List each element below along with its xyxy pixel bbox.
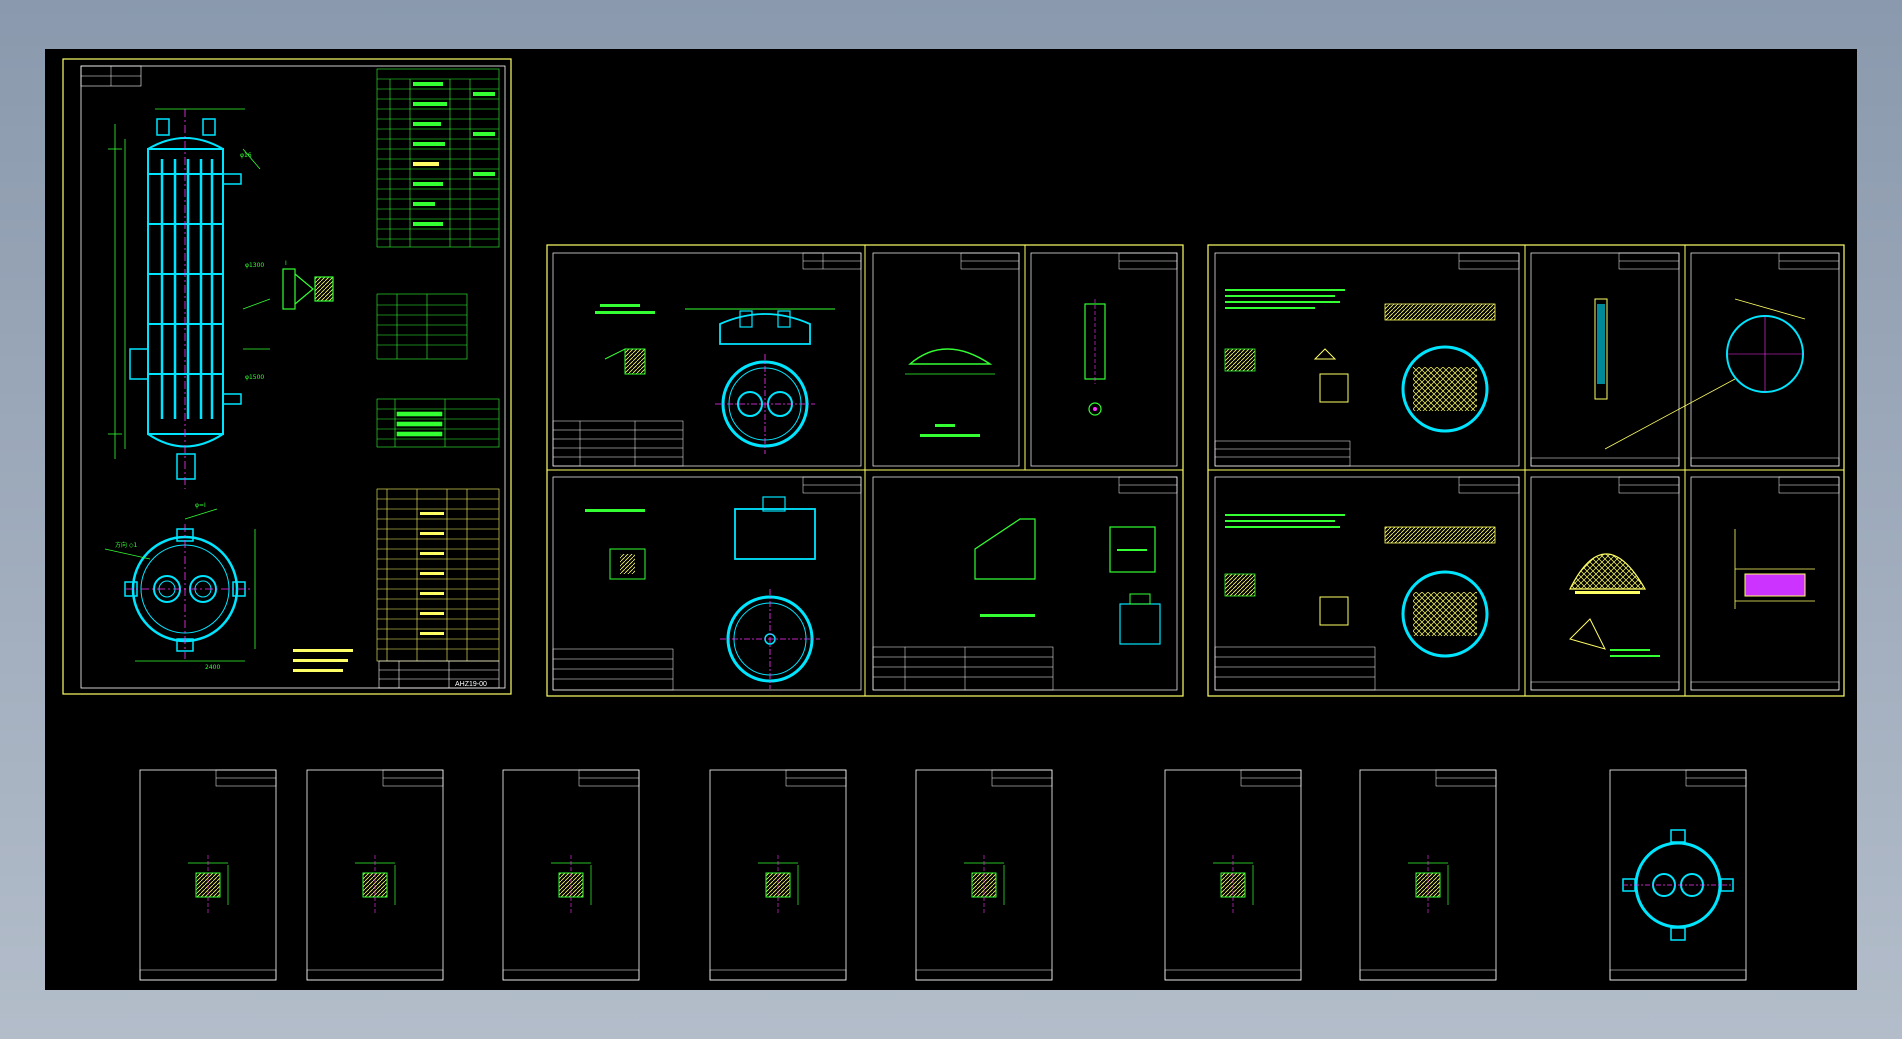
dished-head-sheet	[905, 252, 1020, 437]
technical-table-text-marks	[413, 82, 495, 226]
svg-text:φ16: φ16	[240, 152, 252, 159]
small-sheet-4	[709, 769, 847, 981]
vessel-plan-view: 方向 ◇1 φ=Ⅰ 2400	[104, 502, 256, 671]
drawing-sheets: Ⅰ φ1300 φ1500 φ16 方向 ◇1 φ=Ⅰ 2400 AHZ19-0…	[62, 58, 1845, 981]
svg-text:φ=Ⅰ: φ=Ⅰ	[195, 502, 206, 509]
technical-notes	[293, 649, 353, 672]
small-sheet-5	[915, 769, 1053, 981]
small-detail-sheets	[139, 769, 1747, 981]
segmented-baffle-sheet	[1569, 476, 1680, 657]
small-sheet-7	[1359, 769, 1497, 981]
nozzle-table	[376, 293, 468, 360]
vessel-elevation-view: Ⅰ φ1300 φ1500 φ16	[108, 108, 334, 489]
svg-text:2400: 2400	[205, 664, 220, 671]
small-sheet-3	[502, 769, 640, 981]
shell-sheet	[552, 476, 862, 691]
small-sheet-2	[306, 769, 444, 981]
svg-text:φ1300: φ1300	[245, 262, 264, 269]
tubesheet-sheet-1	[1214, 252, 1520, 467]
svg-text:Ⅰ: Ⅰ	[285, 260, 287, 267]
bolt-table	[376, 398, 500, 448]
channel-head-sheet	[552, 252, 862, 467]
support-sheet	[872, 476, 1178, 691]
parts-list-text-marks	[420, 512, 444, 635]
svg-text:φ1500: φ1500	[245, 374, 264, 381]
tube-detail-sheet	[1084, 252, 1178, 416]
tie-rod-sheet	[1594, 252, 1680, 400]
spacer-tube-sheet	[1734, 476, 1840, 609]
svg-text:方向 ◇1: 方向 ◇1	[115, 541, 138, 549]
main-assembly-sheet: Ⅰ φ1300 φ1500 φ16 方向 ◇1 φ=Ⅰ 2400 AHZ19-0…	[62, 58, 512, 695]
cad-drawing-canvas[interactable]: Ⅰ φ1300 φ1500 φ16 方向 ◇1 φ=Ⅰ 2400 AHZ19-0…	[45, 49, 1857, 990]
small-sheet-8	[1609, 769, 1747, 981]
small-sheet-6	[1164, 769, 1302, 981]
main-drawing-number: AHZ19-00	[455, 681, 487, 688]
right-drawing-group	[1207, 244, 1845, 697]
baffle-sheet	[1604, 252, 1840, 450]
middle-drawing-group	[546, 244, 1184, 697]
small-sheet-1	[139, 769, 277, 981]
tubesheet-sheet-2	[1214, 476, 1520, 691]
